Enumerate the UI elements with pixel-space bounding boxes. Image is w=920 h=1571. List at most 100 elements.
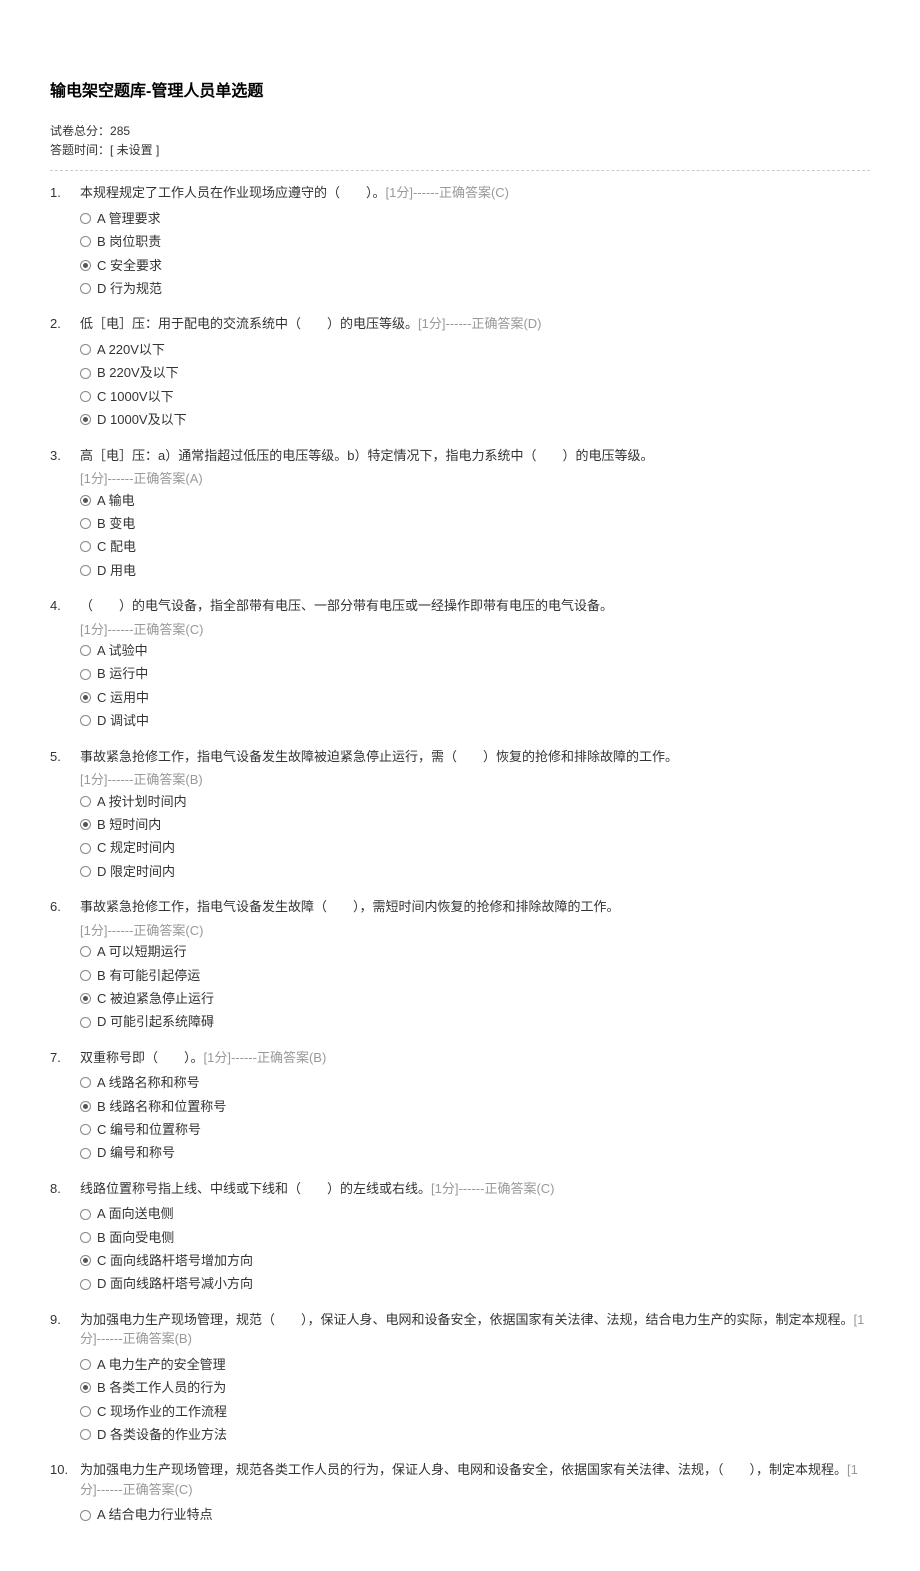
option-text: D 1000V及以下 — [97, 408, 187, 431]
option-text: B 运行中 — [97, 662, 148, 685]
option-row[interactable]: D 面向线路杆塔号减小方向 — [80, 1272, 870, 1295]
radio-icon[interactable] — [80, 1148, 91, 1159]
question: 9.为加强电力生产现场管理，规范（ ），保证人身、电网和设备安全，依据国家有关法… — [50, 1310, 870, 1447]
option-row[interactable]: A 可以短期运行 — [80, 940, 870, 963]
option-row[interactable]: A 按计划时间内 — [80, 790, 870, 813]
question-stem: 为加强电力生产现场管理，规范各类工作人员的行为，保证人身、电网和设备安全，依据国… — [80, 1460, 870, 1499]
option-row[interactable]: B 有可能引起停运 — [80, 964, 870, 987]
option-row[interactable]: B 岗位职责 — [80, 230, 870, 253]
option-row[interactable]: B 各类工作人员的行为 — [80, 1376, 870, 1399]
option-row[interactable]: A 面向送电侧 — [80, 1202, 870, 1225]
radio-icon[interactable] — [80, 993, 91, 1004]
question: 6.事故紧急抢修工作，指电气设备发生故障（ ），需短时间内恢复的抢修和排除故障的… — [50, 897, 870, 1034]
radio-icon[interactable] — [80, 1510, 91, 1521]
option-row[interactable]: D 各类设备的作业方法 — [80, 1423, 870, 1446]
radio-icon[interactable] — [80, 1209, 91, 1220]
question: 10.为加强电力生产现场管理，规范各类工作人员的行为，保证人身、电网和设备安全，… — [50, 1460, 870, 1526]
question-stem: 低［电］压：用于配电的交流系统中（ ）的电压等级。[1分]------正确答案(… — [80, 314, 870, 334]
radio-icon[interactable] — [80, 518, 91, 529]
option-text: A 按计划时间内 — [97, 790, 187, 813]
radio-icon[interactable] — [80, 1429, 91, 1440]
radio-icon[interactable] — [80, 541, 91, 552]
radio-icon[interactable] — [80, 344, 91, 355]
radio-icon[interactable] — [80, 1101, 91, 1112]
option-row[interactable]: C 1000V以下 — [80, 385, 870, 408]
radio-icon[interactable] — [80, 819, 91, 830]
radio-icon[interactable] — [80, 1382, 91, 1393]
option-row[interactable]: D 限定时间内 — [80, 860, 870, 883]
option-text: C 编号和位置称号 — [97, 1118, 201, 1141]
option-row[interactable]: D 可能引起系统障碍 — [80, 1010, 870, 1033]
option-list: A 按计划时间内B 短时间内C 规定时间内D 限定时间内 — [80, 790, 870, 884]
option-text: C 被迫紧急停止运行 — [97, 987, 214, 1010]
option-row[interactable]: B 220V及以下 — [80, 361, 870, 384]
option-row[interactable]: A 管理要求 — [80, 207, 870, 230]
option-text: C 面向线路杆塔号增加方向 — [97, 1249, 253, 1272]
option-row[interactable]: A 220V以下 — [80, 338, 870, 361]
option-row[interactable]: A 结合电力行业特点 — [80, 1503, 870, 1526]
option-row[interactable]: A 试验中 — [80, 639, 870, 662]
radio-icon[interactable] — [80, 236, 91, 247]
option-text: A 线路名称和称号 — [97, 1071, 200, 1094]
option-row[interactable]: D 1000V及以下 — [80, 408, 870, 431]
radio-icon[interactable] — [80, 391, 91, 402]
radio-icon[interactable] — [80, 843, 91, 854]
radio-icon[interactable] — [80, 1232, 91, 1243]
radio-icon[interactable] — [80, 283, 91, 294]
option-text: C 运用中 — [97, 686, 149, 709]
option-row[interactable]: C 配电 — [80, 535, 870, 558]
radio-icon[interactable] — [80, 414, 91, 425]
option-text: D 编号和称号 — [97, 1141, 175, 1164]
option-row[interactable]: D 行为规范 — [80, 277, 870, 300]
radio-icon[interactable] — [80, 866, 91, 877]
radio-icon[interactable] — [80, 1359, 91, 1370]
option-row[interactable]: C 被迫紧急停止运行 — [80, 987, 870, 1010]
option-row[interactable]: B 运行中 — [80, 662, 870, 685]
option-text: C 配电 — [97, 535, 136, 558]
option-row[interactable]: B 变电 — [80, 512, 870, 535]
question: 4.（ ）的电气设备，指全部带有电压、一部分带有电压或一经操作即带有电压的电气设… — [50, 596, 870, 733]
option-list: A 220V以下B 220V及以下C 1000V以下D 1000V及以下 — [80, 338, 870, 432]
radio-icon[interactable] — [80, 715, 91, 726]
radio-icon[interactable] — [80, 970, 91, 981]
option-row[interactable]: D 用电 — [80, 559, 870, 582]
radio-icon[interactable] — [80, 1279, 91, 1290]
question-stem: （ ）的电气设备，指全部带有电压、一部分带有电压或一经操作即带有电压的电气设备。 — [80, 596, 870, 616]
option-row[interactable]: C 面向线路杆塔号增加方向 — [80, 1249, 870, 1272]
question-stem-text: 线路位置称号指上线、中线或下线和（ ）的左线或右线。 — [80, 1181, 431, 1196]
radio-icon[interactable] — [80, 796, 91, 807]
option-list: A 线路名称和称号B 线路名称和位置称号C 编号和位置称号D 编号和称号 — [80, 1071, 870, 1165]
radio-icon[interactable] — [80, 669, 91, 680]
option-row[interactable]: C 编号和位置称号 — [80, 1118, 870, 1141]
radio-icon[interactable] — [80, 260, 91, 271]
radio-icon[interactable] — [80, 213, 91, 224]
radio-icon[interactable] — [80, 1077, 91, 1088]
option-row[interactable]: C 规定时间内 — [80, 836, 870, 859]
option-row[interactable]: B 短时间内 — [80, 813, 870, 836]
option-row[interactable]: B 线路名称和位置称号 — [80, 1095, 870, 1118]
option-row[interactable]: D 调试中 — [80, 709, 870, 732]
option-row[interactable]: B 面向受电侧 — [80, 1226, 870, 1249]
radio-icon[interactable] — [80, 1406, 91, 1417]
question-stem: 为加强电力生产现场管理，规范（ ），保证人身、电网和设备安全，依据国家有关法律、… — [80, 1310, 870, 1349]
option-row[interactable]: D 编号和称号 — [80, 1141, 870, 1164]
option-text: B 短时间内 — [97, 813, 161, 836]
option-row[interactable]: C 现场作业的工作流程 — [80, 1400, 870, 1423]
option-list: A 电力生产的安全管理B 各类工作人员的行为C 现场作业的工作流程D 各类设备的… — [80, 1353, 870, 1447]
option-row[interactable]: A 输电 — [80, 489, 870, 512]
option-row[interactable]: C 运用中 — [80, 686, 870, 709]
option-row[interactable]: A 线路名称和称号 — [80, 1071, 870, 1094]
option-row[interactable]: A 电力生产的安全管理 — [80, 1353, 870, 1376]
radio-icon[interactable] — [80, 946, 91, 957]
radio-icon[interactable] — [80, 692, 91, 703]
radio-icon[interactable] — [80, 368, 91, 379]
points-answer: [1分]------正确答案(C) — [431, 1181, 554, 1196]
radio-icon[interactable] — [80, 565, 91, 576]
radio-icon[interactable] — [80, 1017, 91, 1028]
radio-icon[interactable] — [80, 645, 91, 656]
radio-icon[interactable] — [80, 1124, 91, 1135]
question-stem: 事故紧急抢修工作，指电气设备发生故障被迫紧急停止运行，需（ ）恢复的抢修和排除故… — [80, 747, 870, 767]
option-row[interactable]: C 安全要求 — [80, 254, 870, 277]
radio-icon[interactable] — [80, 495, 91, 506]
radio-icon[interactable] — [80, 1255, 91, 1266]
